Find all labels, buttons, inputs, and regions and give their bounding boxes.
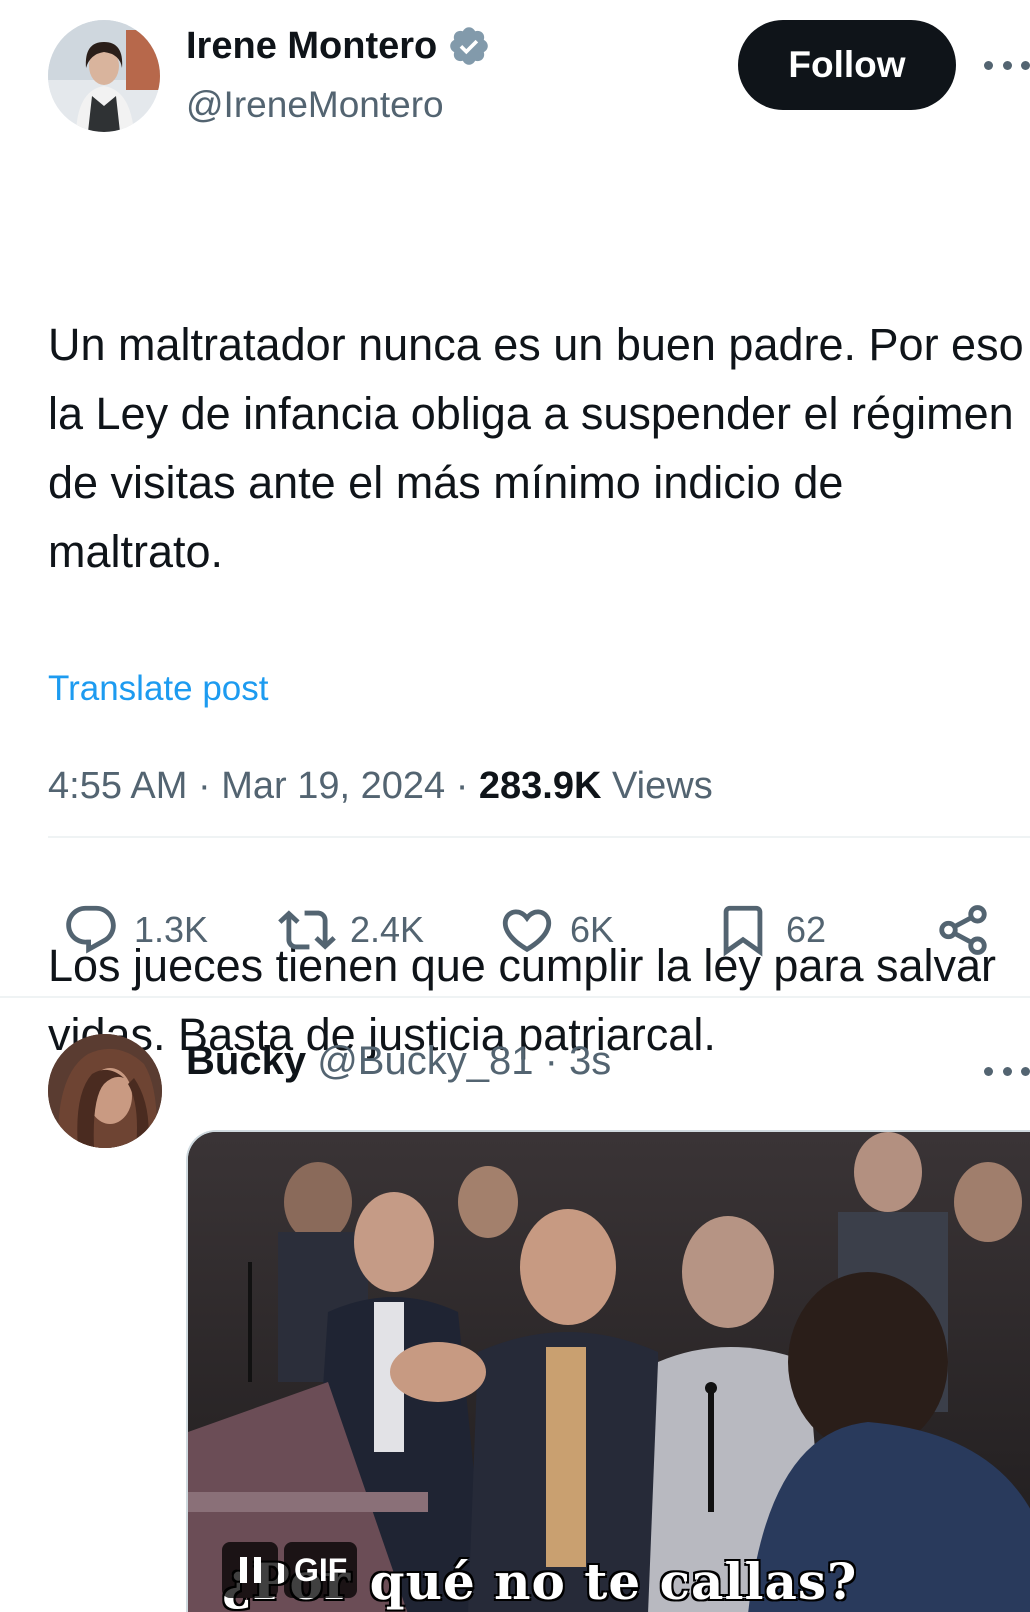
reply-gif[interactable]: ¿Por qué no te callas? GIF [186,1130,1030,1612]
reply-author-name[interactable]: Bucky [186,1039,306,1083]
gif-frame [188,1132,1030,1612]
views-label: Views [612,765,713,807]
translate-post-link[interactable]: Translate post [48,666,268,712]
author-name[interactable]: Irene Montero [186,22,437,70]
follow-button[interactable]: Follow [738,20,956,110]
separator: · [197,765,211,807]
author-name-row[interactable]: Irene Montero [186,22,491,70]
more-horizontal-icon[interactable] [984,48,1030,82]
author-avatar[interactable] [48,20,160,132]
verified-badge-icon[interactable] [447,24,491,68]
views-count: 283.9K [478,765,602,807]
more-horizontal-icon[interactable] [984,1054,1030,1088]
bookmark-button[interactable]: 62 [714,900,826,960]
gif-controls: GIF [222,1542,358,1598]
reply-count: 1.3K [134,909,209,950]
bookmark-count: 62 [786,909,827,950]
tweet-date[interactable]: Mar 19, 2024 [221,765,445,807]
share-button[interactable] [934,900,992,960]
reply-author-handle[interactable]: @Bucky_81 [317,1039,533,1083]
reply-header: Bucky @Bucky_81 · 3s [186,1036,611,1086]
separator: · [544,1039,558,1083]
post-detail: Irene Montero @IreneMontero Follow Un ma… [0,0,1030,1612]
reply-time[interactable]: 3s [569,1039,611,1083]
heart-icon [502,909,552,953]
author-handle[interactable]: @IreneMontero [186,82,444,128]
repost-count: 2.4K [350,909,425,950]
tweet-paragraph: Un maltratador nunca es un buen padre. P… [48,319,1024,577]
bookmark-icon [723,905,763,957]
repost-button[interactable]: 2.4K [278,900,424,960]
divider [48,836,1030,838]
pause-icon[interactable] [222,1542,278,1598]
reply-bubble-icon [66,905,116,954]
like-button[interactable]: 6K [498,900,614,960]
gif-badge: GIF [284,1542,358,1598]
divider [0,996,1030,998]
separator: · [455,765,469,807]
reply-button[interactable]: 1.3K [62,900,208,960]
repost-icon [278,910,336,950]
reply-author-avatar[interactable] [48,1034,162,1148]
like-count: 6K [570,909,615,950]
share-icon [939,905,987,955]
tweet-metadata: 4:55 AM · Mar 19, 2024 · 283.9K Views [48,762,713,810]
tweet-time[interactable]: 4:55 AM [48,765,187,807]
